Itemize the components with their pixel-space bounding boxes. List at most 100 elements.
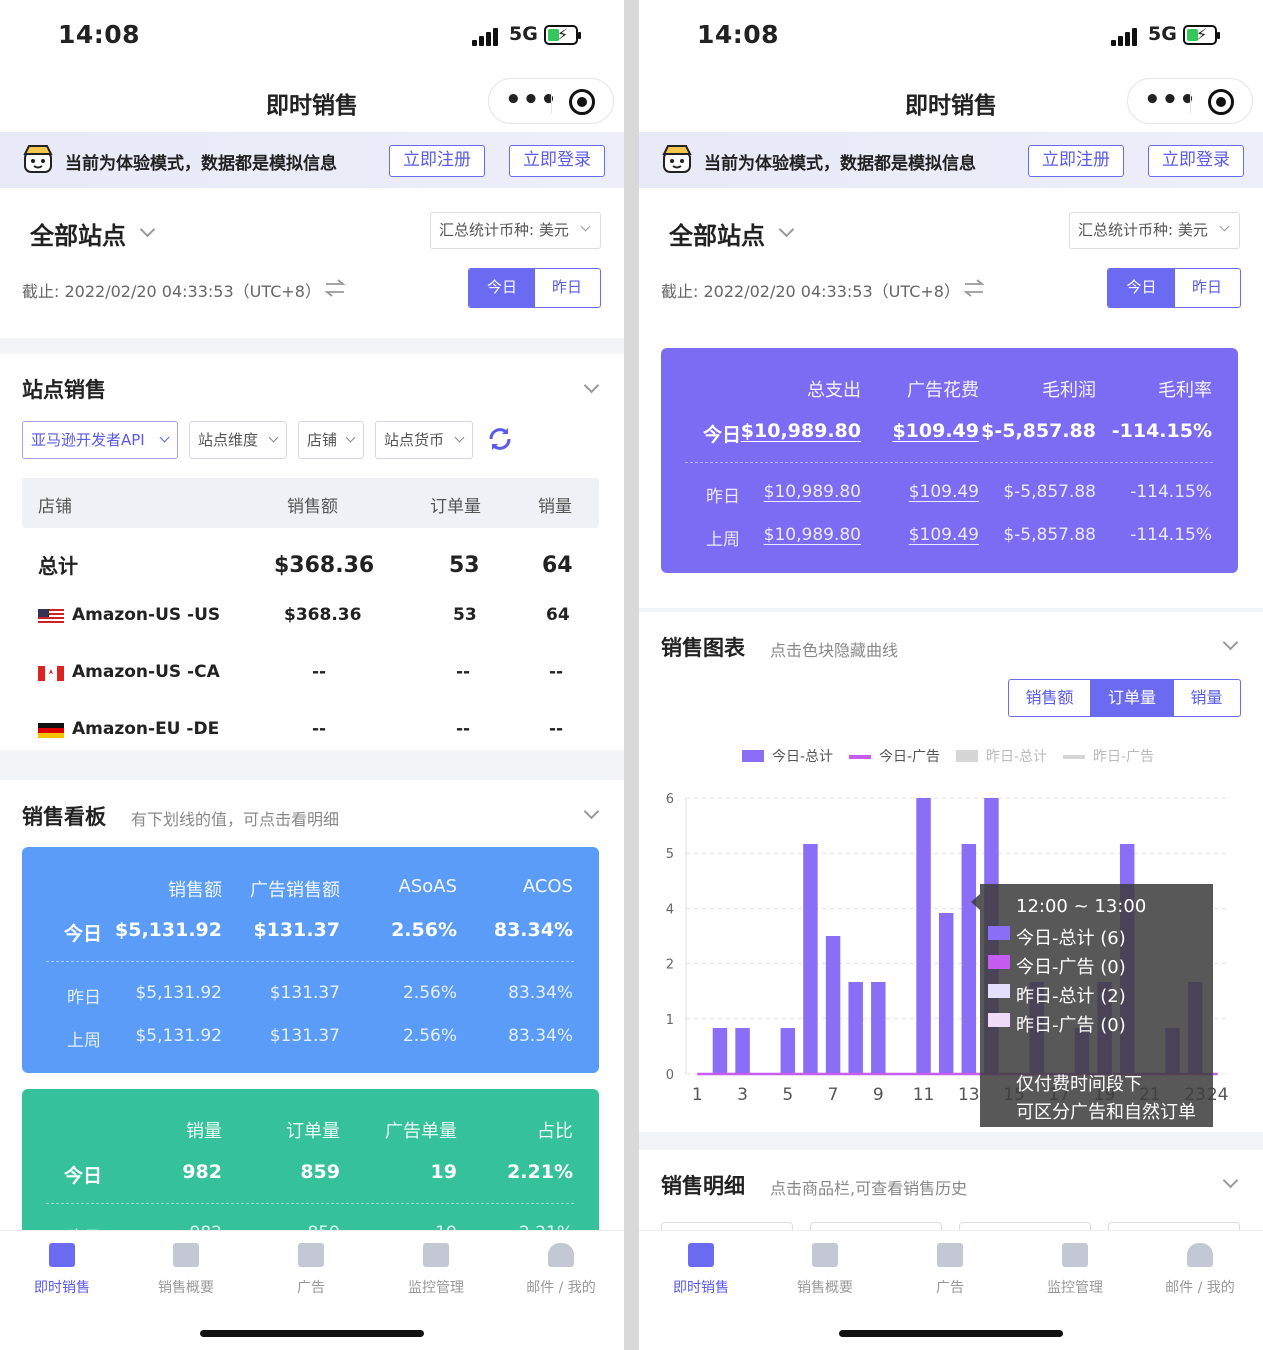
target-circle-icon[interactable]	[1208, 89, 1234, 115]
status-bar: 14:08 5G ⚡	[639, 0, 1263, 70]
refresh-icon[interactable]	[486, 425, 514, 453]
metric-value[interactable]: $10,989.80	[741, 420, 861, 442]
register-button[interactable]: 立即注册	[389, 145, 485, 177]
chart-bar	[735, 1028, 750, 1074]
tooltip-line: 今日-广告 (0)	[1016, 957, 1126, 978]
shop-mascot-icon	[662, 145, 692, 173]
more-dots-icon[interactable]: •••	[1144, 85, 1197, 115]
yesterday-tab[interactable]: 昨日	[1175, 269, 1239, 307]
table-row[interactable]: Amazon-EU -DE -- -- --	[22, 704, 599, 754]
metric-value: -114.15%	[1111, 420, 1212, 442]
user-icon	[1187, 1243, 1213, 1267]
tab-instant-sales[interactable]: 即时销售	[639, 1243, 763, 1297]
currency-selector[interactable]: 汇总统计币种: 美元	[1069, 212, 1240, 249]
tab-sales-summary[interactable]: 销售概要	[124, 1243, 248, 1297]
metric-value[interactable]: $109.49	[892, 420, 979, 442]
trial-mode-banner: 当前为体验模式，数据都是模拟信息 立即注册 立即登录	[0, 132, 624, 188]
table-row[interactable]: Amazon-US -CA -- -- --	[22, 647, 599, 697]
table-row[interactable]: Amazon-US -US $368.36 53 64	[22, 590, 599, 640]
chevron-down-icon[interactable]	[778, 221, 795, 238]
tab-mail-me[interactable]: 邮件 / 我的	[499, 1243, 623, 1297]
chevron-down-icon[interactable]	[139, 221, 156, 238]
filter-site-currency[interactable]: 站点货币	[375, 421, 473, 459]
metric-value[interactable]: $5,131.92	[115, 919, 222, 941]
metric-value: $-5,857.88	[981, 420, 1096, 442]
tab-ads[interactable]: 广告	[888, 1243, 1012, 1297]
column-header: 销售额	[287, 497, 338, 517]
y-tick-label: 5	[666, 847, 674, 862]
tab-mail-me[interactable]: 邮件 / 我的	[1138, 1243, 1262, 1297]
us-flag-icon	[38, 609, 64, 624]
login-button[interactable]: 立即登录	[509, 145, 605, 177]
chevron-down-icon	[580, 221, 591, 232]
chart-legend: 今日-总计 今日-广告 昨日-总计 昨日-广告	[639, 746, 1263, 768]
sales-detail-section: 销售明细 点击商品栏,可查看销售历史	[639, 1150, 1263, 1242]
tab-ads[interactable]: 广告	[249, 1243, 373, 1297]
signal-icon	[472, 26, 502, 46]
toggle-units[interactable]: 销量	[1174, 680, 1239, 716]
table-header: 店铺 销售额 订单量 销量	[22, 478, 599, 528]
y-tick-label: 2	[666, 958, 674, 973]
chevron-down-icon[interactable]	[583, 377, 600, 394]
de-flag-icon	[38, 723, 64, 738]
chevron-down-icon[interactable]	[1222, 1172, 1239, 1189]
filter-site-dimension[interactable]: 站点维度	[189, 421, 287, 459]
tab-monitor[interactable]: 监控管理	[374, 1243, 498, 1297]
metric-value: 982	[182, 1161, 222, 1183]
column-header: 订单量	[430, 497, 481, 517]
section-title: 销售图表	[661, 636, 745, 660]
site-selector[interactable]: 全部站点	[30, 216, 126, 251]
login-button[interactable]: 立即登录	[1148, 145, 1244, 177]
swap-icon[interactable]	[324, 278, 346, 298]
signal-icon	[1111, 26, 1141, 46]
tab-sales-summary[interactable]: 销售概要	[763, 1243, 887, 1297]
ca-flag-icon	[38, 666, 64, 681]
swap-icon[interactable]	[963, 278, 985, 298]
chart-bar	[780, 1028, 796, 1074]
miniapp-capsule: •••	[488, 78, 614, 124]
site-selector[interactable]: 全部站点	[669, 216, 765, 251]
toggle-orders[interactable]: 订单量	[1090, 680, 1174, 716]
sales-card-blue: 销售额 广告销售额 ASoAS ACOS 今日 $5,131.92 $131.3…	[22, 847, 599, 1073]
chevron-down-icon[interactable]	[1222, 634, 1239, 651]
metric-value: 859	[300, 1161, 340, 1183]
tooltip-line: 昨日-总计 (2)	[1016, 986, 1126, 1007]
chart-bar	[848, 982, 863, 1074]
metric-value[interactable]: $131.37	[253, 919, 340, 941]
section-title: 销售看板	[22, 805, 106, 829]
ad-icon	[298, 1243, 324, 1267]
network-type: 5G	[509, 23, 538, 45]
monitor-icon	[423, 1243, 449, 1267]
chart-bar	[712, 1028, 728, 1074]
day-toggle: 今日 昨日	[1107, 268, 1241, 308]
filter-data-source[interactable]: 亚马逊开发者API	[22, 421, 178, 459]
tab-instant-sales[interactable]: 即时销售	[0, 1243, 124, 1297]
chevron-down-icon[interactable]	[583, 803, 600, 820]
y-tick-label: 4	[666, 902, 674, 917]
target-circle-icon[interactable]	[569, 89, 595, 115]
x-tick-label: 13	[958, 1085, 980, 1105]
toggle-sales[interactable]: 销售额	[1009, 680, 1090, 716]
deadline-text: 截止: 2022/02/20 04:33:53（UTC+8）	[22, 282, 321, 301]
x-tick-label: 5	[782, 1085, 793, 1105]
x-tick-label: 1	[692, 1085, 703, 1105]
currency-selector[interactable]: 汇总统计币种: 美元	[430, 212, 601, 249]
column-header: 销量	[538, 497, 572, 517]
status-time: 14:08	[58, 20, 141, 49]
yesterday-tab[interactable]: 昨日	[535, 269, 599, 307]
tab-monitor[interactable]: 监控管理	[1013, 1243, 1137, 1297]
filter-store[interactable]: 店铺	[298, 421, 364, 459]
line-chart-icon	[49, 1243, 75, 1267]
user-icon	[548, 1243, 574, 1267]
today-tab[interactable]: 今日	[1108, 269, 1175, 307]
chart-bar	[961, 844, 977, 1074]
register-button[interactable]: 立即注册	[1028, 145, 1124, 177]
deadline-text: 截止: 2022/02/20 04:33:53（UTC+8）	[661, 282, 960, 301]
chart-bar	[803, 844, 818, 1074]
tooltip-note: 可区分广告和自然订单	[1016, 1102, 1196, 1123]
chart-tooltip: 12:00 ~ 13:00 今日-总计 (6) 今日-广告 (0) 昨日-总计 …	[971, 884, 1213, 1127]
monitor-icon	[1062, 1243, 1088, 1267]
column-header: 店铺	[38, 497, 72, 517]
today-tab[interactable]: 今日	[469, 269, 535, 307]
more-dots-icon[interactable]: •••	[505, 85, 558, 115]
